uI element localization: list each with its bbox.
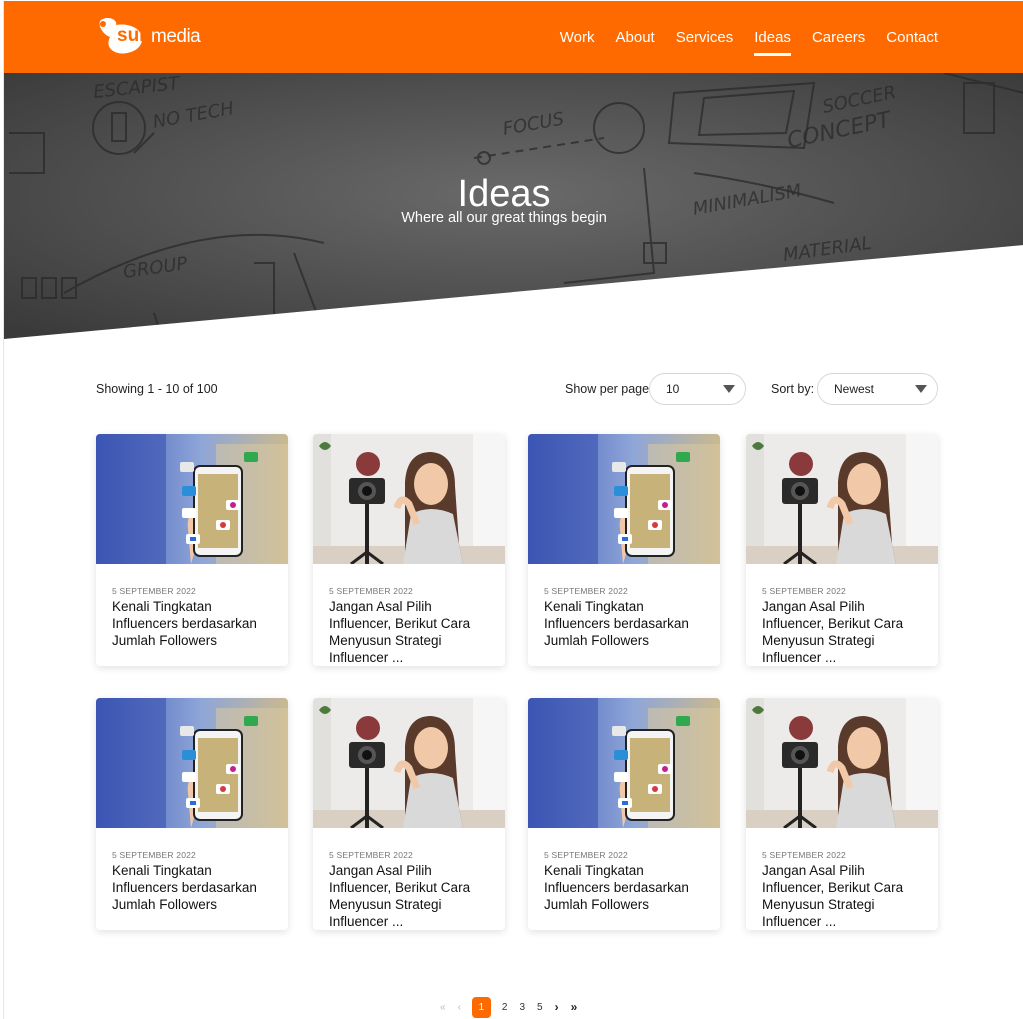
article-title[interactable]: Jangan Asal Pilih Influencer, Berikut Ca…	[762, 862, 930, 930]
article-date: 5 SEPTEMBER 2022	[112, 850, 196, 860]
article-card[interactable]: 5 SEPTEMBER 2022 Kenali Tingkatan Influe…	[528, 698, 720, 930]
nav-item-careers[interactable]: Careers	[812, 1, 865, 73]
sort-value: Newest	[834, 382, 875, 396]
article-thumbnail[interactable]	[528, 434, 720, 564]
article-thumbnail[interactable]	[313, 698, 505, 828]
woman-vlogging-image	[313, 434, 505, 564]
article-thumbnail[interactable]	[746, 434, 938, 564]
sort-select[interactable]: Newest	[817, 373, 938, 405]
article-thumbnail[interactable]	[96, 434, 288, 564]
last-page-button[interactable]: »	[571, 1000, 578, 1014]
page-button-2[interactable]: 2	[502, 1002, 508, 1013]
nav-item-about[interactable]: About	[616, 1, 655, 73]
article-date: 5 SEPTEMBER 2022	[544, 850, 628, 860]
phone-social-icons-image	[528, 434, 720, 564]
woman-vlogging-image	[746, 698, 938, 828]
article-date: 5 SEPTEMBER 2022	[762, 850, 846, 860]
top-navbar: suit media Work About Services Ideas Car…	[4, 1, 1023, 73]
page-button-1[interactable]: 1	[471, 996, 491, 1018]
logo-media-text: media	[151, 26, 201, 47]
article-card[interactable]: 5 SEPTEMBER 2022 Jangan Asal Pilih Influ…	[746, 698, 938, 930]
pagination: « ‹ 1 2 3 5 › »	[434, 996, 583, 1018]
suitmedia-logo[interactable]: suit media	[96, 17, 206, 57]
article-title[interactable]: Kenali Tingkatan Influencers berdasarkan…	[112, 862, 280, 913]
results-count: Showing 1 - 10 of 100	[96, 382, 218, 396]
page-subtitle: Where all our great things begin	[401, 210, 607, 226]
nav-item-ideas[interactable]: Ideas	[754, 1, 791, 73]
article-date: 5 SEPTEMBER 2022	[112, 586, 196, 596]
article-card[interactable]: 5 SEPTEMBER 2022 Kenali Tingkatan Influe…	[528, 434, 720, 666]
hero-banner: ESCAPIST NO TECH FOCUS SOCCER CONCEPT MI…	[4, 73, 1023, 343]
article-date: 5 SEPTEMBER 2022	[762, 586, 846, 596]
woman-vlogging-image	[746, 434, 938, 564]
article-thumbnail[interactable]	[746, 698, 938, 828]
article-date: 5 SEPTEMBER 2022	[329, 850, 413, 860]
phone-social-icons-image	[96, 434, 288, 564]
per-page-select[interactable]: 10	[649, 373, 746, 405]
per-page-value: 10	[666, 382, 680, 396]
article-title[interactable]: Jangan Asal Pilih Influencer, Berikut Ca…	[329, 862, 497, 930]
caret-down-icon	[723, 385, 735, 393]
woman-vlogging-image	[313, 698, 505, 828]
article-title[interactable]: Kenali Tingkatan Influencers berdasarkan…	[112, 598, 280, 649]
next-page-button[interactable]: ›	[555, 1000, 559, 1014]
nav-item-services[interactable]: Services	[676, 1, 734, 73]
article-card[interactable]: 5 SEPTEMBER 2022 Jangan Asal Pilih Influ…	[313, 434, 505, 666]
article-card[interactable]: 5 SEPTEMBER 2022 Jangan Asal Pilih Influ…	[746, 434, 938, 666]
per-page-label: Show per page:	[565, 382, 653, 396]
article-card[interactable]: 5 SEPTEMBER 2022 Kenali Tingkatan Influe…	[96, 434, 288, 666]
article-thumbnail[interactable]	[313, 434, 505, 564]
article-title[interactable]: Jangan Asal Pilih Influencer, Berikut Ca…	[762, 598, 930, 666]
prev-page-button[interactable]: ‹	[458, 1002, 461, 1013]
nav-item-contact[interactable]: Contact	[886, 1, 938, 73]
article-title[interactable]: Kenali Tingkatan Influencers berdasarkan…	[544, 862, 712, 913]
article-title[interactable]: Jangan Asal Pilih Influencer, Berikut Ca…	[329, 598, 497, 666]
phone-social-icons-image	[96, 698, 288, 828]
article-date: 5 SEPTEMBER 2022	[544, 586, 628, 596]
logo-suit-text: suit	[117, 25, 151, 46]
article-thumbnail[interactable]	[528, 698, 720, 828]
nav-item-work[interactable]: Work	[560, 1, 595, 73]
page: suit media Work About Services Ideas Car…	[3, 1, 1023, 1019]
article-card[interactable]: 5 SEPTEMBER 2022 Jangan Asal Pilih Influ…	[313, 698, 505, 930]
article-title[interactable]: Kenali Tingkatan Influencers berdasarkan…	[544, 598, 712, 649]
page-button-5[interactable]: 5	[537, 1002, 543, 1013]
article-card[interactable]: 5 SEPTEMBER 2022 Kenali Tingkatan Influe…	[96, 698, 288, 930]
sort-label: Sort by:	[771, 382, 815, 396]
article-thumbnail[interactable]	[96, 698, 288, 828]
article-date: 5 SEPTEMBER 2022	[329, 586, 413, 596]
phone-social-icons-image	[528, 698, 720, 828]
first-page-button[interactable]: «	[440, 1002, 446, 1013]
caret-down-icon	[915, 385, 927, 393]
page-button-3[interactable]: 3	[519, 1002, 525, 1013]
main-nav: Work About Services Ideas Careers Contac…	[539, 1, 938, 73]
